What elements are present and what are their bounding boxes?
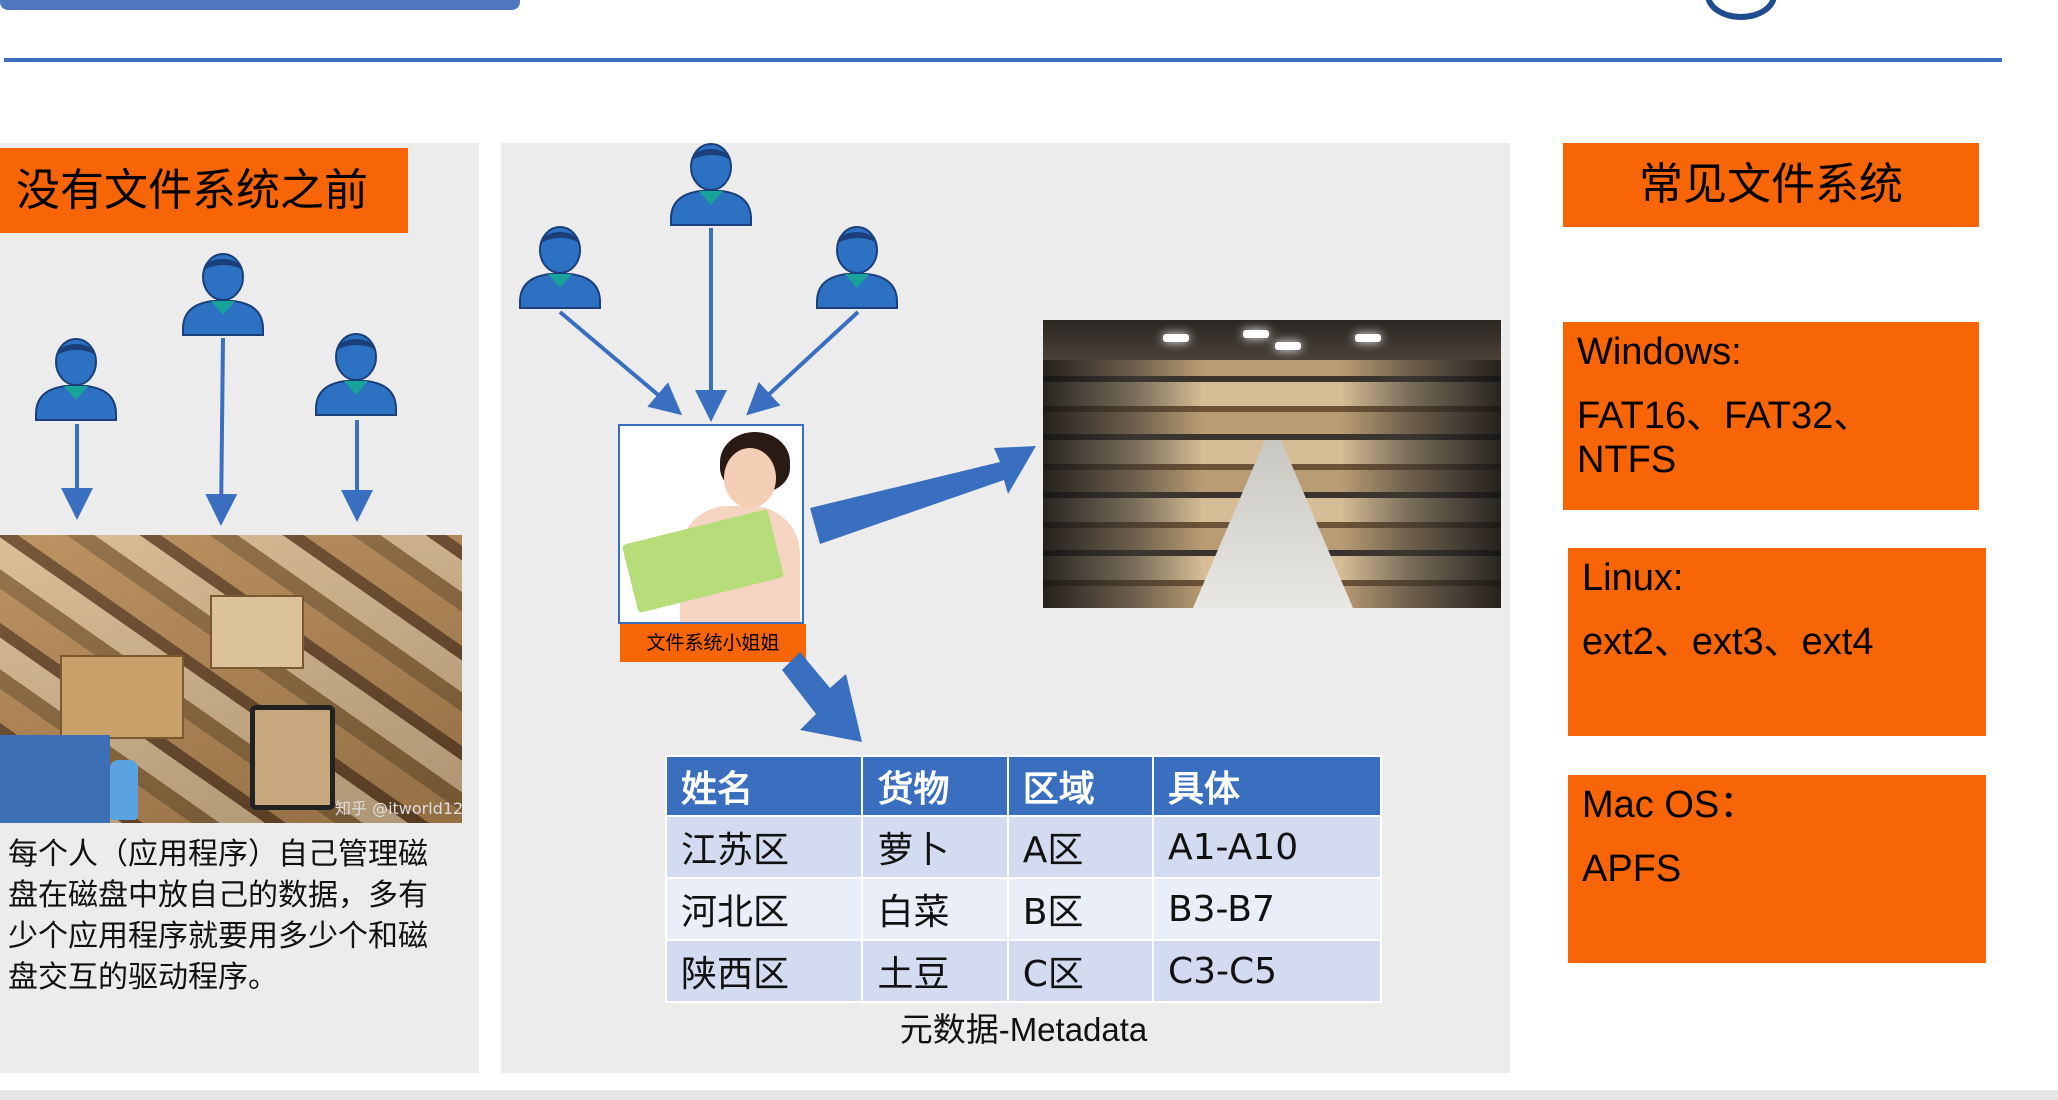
user-icon [670,143,752,226]
user-icon [315,333,397,416]
arrow-down-icon [205,337,238,526]
arrow-down-icon [558,310,683,416]
user-icon [182,253,264,336]
arrow-down-icon [746,310,860,416]
user-icon [519,226,601,309]
user-icon [35,338,117,421]
arrow-right-icon [810,446,1036,544]
user-icon [816,226,898,309]
arrow-down-icon [782,652,862,742]
diagram-overlay [35,143,1036,742]
footer-band [0,1090,2058,1100]
